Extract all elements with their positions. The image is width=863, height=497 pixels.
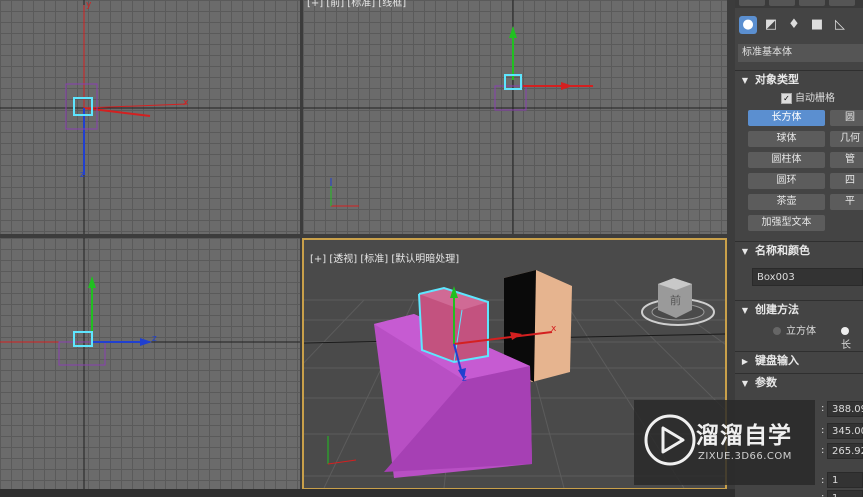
checkmark-icon: ✓	[781, 92, 792, 104]
radio-dot	[841, 327, 849, 335]
plane-button[interactable]: 平	[830, 194, 863, 210]
viewcube-face-label[interactable]: 前	[670, 292, 681, 308]
axis-label-z: z	[80, 170, 85, 180]
lights-icon[interactable]: ♦	[785, 16, 803, 34]
axis-label-x: x	[183, 98, 189, 108]
viewport-perspective-label[interactable]: [+] [透视] [标准] [默认明暗处理]	[310, 250, 459, 265]
viewport-top-left-scene	[0, 0, 300, 234]
panel-tabs	[735, 0, 863, 8]
category-dropdown[interactable]: 标准基本体	[738, 44, 863, 62]
watermark-title: 溜溜自学	[696, 423, 792, 449]
length-label: :	[821, 403, 825, 414]
length-input[interactable]: 388.09	[827, 401, 863, 417]
viewport-front-scene	[303, 0, 727, 234]
section-parameters-title: 参数	[755, 376, 777, 389]
teapot-button[interactable]: 茶壶	[748, 194, 825, 210]
section-object-type-title: 对象类型	[755, 73, 799, 86]
length-segs-input[interactable]: 1	[827, 472, 863, 488]
watermark-url: ZIXUE.3D66.COM	[698, 451, 792, 462]
shapes-icon[interactable]: ◩	[762, 16, 780, 34]
torus-button[interactable]: 圆环	[748, 173, 825, 189]
section-name-color[interactable]: ▼ 名称和颜色	[735, 241, 863, 260]
axis-label-z: z	[462, 374, 467, 384]
section-object-type[interactable]: ▼ 对象类型	[735, 70, 863, 89]
cone-button[interactable]: 圆	[830, 110, 863, 126]
width-input[interactable]: 345.00	[827, 423, 863, 439]
object-name-input[interactable]: Box003	[752, 268, 863, 286]
height-label: :	[821, 445, 825, 456]
viewport-left-scene	[0, 238, 300, 489]
width-segs-input[interactable]: 1	[827, 490, 863, 497]
box-button[interactable]: 长方体	[748, 110, 825, 126]
width-segs-label: :	[821, 492, 824, 497]
tab-create[interactable]	[739, 0, 765, 6]
pyramid-button[interactable]: 四	[830, 173, 863, 189]
height-input[interactable]: 265.92	[827, 443, 863, 459]
helpers-icon[interactable]: ◺	[831, 16, 849, 34]
axis-label-x: x	[551, 324, 557, 334]
tab-hierarchy[interactable]	[799, 0, 825, 6]
width-label: :	[821, 425, 825, 436]
watermark-overlay: 溜溜自学 ZIXUE.3D66.COM	[634, 400, 815, 485]
radio-dot	[773, 327, 781, 335]
section-creation-method[interactable]: ▼ 创建方法	[735, 300, 863, 319]
tube-button[interactable]: 管	[830, 152, 863, 168]
collapse-arrow-icon: ▼	[741, 76, 749, 85]
geosphere-button[interactable]: 几何	[830, 131, 863, 147]
radio-box-label: 长	[841, 340, 851, 351]
collapse-arrow-icon: ▼	[741, 247, 749, 256]
collapse-arrow-icon: ▼	[741, 306, 749, 315]
radio-cube-label: 立方体	[786, 326, 816, 337]
status-bar	[0, 489, 735, 497]
section-name-color-title: 名称和颜色	[755, 244, 810, 257]
autogrid-checkbox[interactable]: ✓ 自动栅格	[781, 92, 835, 106]
length-segs-label: :	[821, 475, 825, 486]
play-logo-icon	[644, 414, 696, 466]
radio-box[interactable]: 长	[841, 325, 863, 353]
section-keyboard-entry[interactable]: ▶ 键盘输入	[735, 351, 863, 370]
tab-motion[interactable]	[829, 0, 855, 6]
viewport-top-left[interactable]: y x z	[0, 0, 300, 234]
axis-label-z: z	[152, 334, 157, 344]
expand-arrow-icon: ▶	[741, 357, 749, 366]
viewport-front[interactable]: [+] [前] [标准] [线框]	[303, 0, 727, 234]
cylinder-button[interactable]: 圆柱体	[748, 152, 825, 168]
viewport-left[interactable]: z	[0, 238, 300, 489]
tab-modify[interactable]	[769, 0, 795, 6]
section-parameters[interactable]: ▼ 参数	[735, 373, 863, 392]
section-creation-method-title: 创建方法	[755, 303, 799, 316]
axis-label-y: y	[86, 0, 92, 10]
textplus-button[interactable]: 加强型文本	[748, 215, 825, 231]
collapse-arrow-icon: ▼	[741, 379, 749, 388]
autogrid-label: 自动栅格	[795, 93, 835, 104]
radio-cube[interactable]: 立方体	[773, 325, 816, 339]
sphere-button[interactable]: 球体	[748, 131, 825, 147]
create-category-bar: ● ◩ ♦ ■ ◺	[735, 14, 863, 36]
geometry-icon[interactable]: ●	[739, 16, 757, 34]
cameras-icon[interactable]: ■	[808, 16, 826, 34]
section-keyboard-entry-title: 键盘输入	[755, 354, 799, 367]
